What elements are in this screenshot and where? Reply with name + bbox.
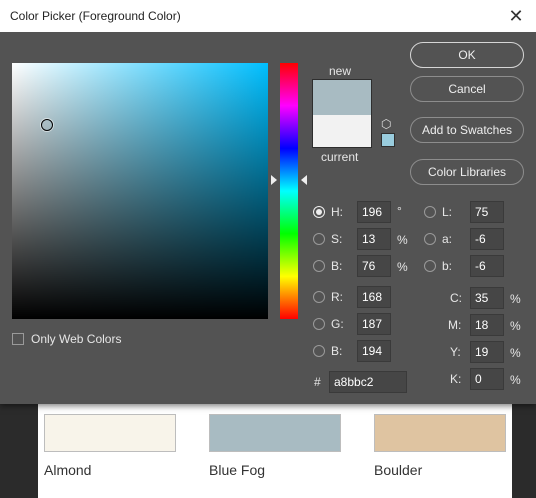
label-m: M:	[448, 318, 462, 332]
radio-s[interactable]	[313, 233, 325, 245]
add-to-swatches-button[interactable]: Add to Swatches	[410, 117, 524, 143]
swatch-almond-label: Almond	[44, 462, 92, 478]
hue-slider-left-arrow-icon[interactable]	[271, 175, 277, 185]
swatch-boulder-label: Boulder	[374, 462, 423, 478]
hue-slider[interactable]	[280, 63, 298, 319]
color-picker-dialog: Color Picker (Foreground Color) ✕ new cu…	[0, 0, 536, 404]
unit-m: %	[510, 319, 521, 333]
input-c[interactable]: 35	[470, 287, 504, 309]
new-color-swatch	[312, 79, 372, 116]
input-h[interactable]: 196	[357, 201, 391, 223]
radio-h[interactable]	[313, 206, 325, 218]
label-rgb-b: B:	[331, 344, 343, 358]
unit-y: %	[510, 346, 521, 360]
label-y: Y:	[450, 345, 461, 359]
radio-g[interactable]	[313, 318, 325, 330]
only-web-colors-checkbox[interactable]	[12, 333, 24, 345]
input-b[interactable]: 76	[357, 255, 391, 277]
ok-button[interactable]: OK	[410, 42, 524, 68]
label-h: H:	[331, 205, 343, 219]
radio-b[interactable]	[313, 260, 325, 272]
label-l: L:	[442, 205, 453, 219]
radio-r[interactable]	[313, 291, 325, 303]
close-icon[interactable]: ✕	[504, 4, 528, 28]
current-label: current	[321, 150, 359, 164]
cube-icon[interactable]: ⬡	[381, 118, 393, 130]
label-r: R:	[331, 290, 343, 304]
unit-c: %	[510, 292, 521, 306]
label-lab-b: b:	[442, 259, 453, 273]
dialog-title: Color Picker (Foreground Color)	[10, 9, 181, 23]
title-bar: Color Picker (Foreground Color) ✕	[0, 0, 536, 32]
input-g[interactable]: 187	[357, 313, 391, 335]
input-y[interactable]: 19	[470, 341, 504, 363]
web-safe-color-swatch[interactable]	[381, 133, 395, 147]
input-s[interactable]: 13	[357, 228, 391, 250]
unit-s: %	[397, 233, 408, 247]
color-field[interactable]	[12, 63, 268, 319]
label-k: K:	[450, 372, 462, 386]
swatch-boulder[interactable]	[374, 414, 506, 452]
radio-l[interactable]	[424, 206, 436, 218]
cancel-button[interactable]: Cancel	[410, 76, 524, 102]
unit-h: °	[397, 204, 402, 218]
input-lab-b[interactable]: -6	[470, 255, 504, 277]
radio-lab-b[interactable]	[424, 260, 436, 272]
label-b: B:	[331, 259, 343, 273]
hue-slider-right-arrow-icon[interactable]	[301, 175, 307, 185]
unit-b: %	[397, 260, 408, 274]
hex-label: #	[314, 375, 321, 389]
hex-input[interactable]: a8bbc2	[329, 371, 407, 393]
swatch-blue-fog[interactable]	[209, 414, 341, 452]
label-a: a:	[442, 232, 453, 246]
new-label: new	[329, 64, 352, 78]
input-rgb-b[interactable]: 194	[357, 340, 391, 362]
current-color-swatch[interactable]	[312, 115, 372, 148]
swatch-almond[interactable]	[44, 414, 176, 452]
radio-rgb-b[interactable]	[313, 345, 325, 357]
label-c: C:	[450, 291, 462, 305]
input-a[interactable]: -6	[470, 228, 504, 250]
input-k[interactable]: 0	[470, 368, 504, 390]
input-l[interactable]: 75	[470, 201, 504, 223]
color-field-cursor[interactable]	[41, 119, 53, 131]
input-r[interactable]: 168	[357, 286, 391, 308]
radio-a[interactable]	[424, 233, 436, 245]
unit-k: %	[510, 373, 521, 387]
only-web-colors-label: Only Web Colors	[31, 332, 122, 346]
swatch-blue-fog-label: Blue Fog	[209, 462, 266, 478]
label-s: S:	[331, 232, 343, 246]
color-libraries-button[interactable]: Color Libraries	[410, 159, 524, 185]
input-m[interactable]: 18	[470, 314, 504, 336]
label-g: G:	[331, 317, 344, 331]
